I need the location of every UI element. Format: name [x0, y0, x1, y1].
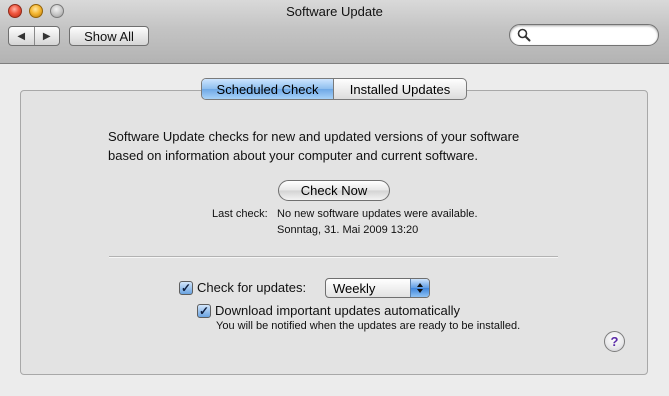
download-automatically-label[interactable]: Download important updates automatically: [215, 303, 460, 318]
triangle-right-icon: ▶: [42, 30, 51, 42]
tab-scheduled-check[interactable]: Scheduled Check: [202, 79, 334, 99]
forward-button[interactable]: ▶: [35, 27, 60, 45]
separator: [109, 256, 558, 258]
check-for-updates-checkbox[interactable]: ✓: [179, 281, 193, 295]
software-update-window: Software Update ◀ ▶ Show All Scheduled C…: [0, 0, 669, 396]
window-title: Software Update: [286, 4, 383, 19]
search-field[interactable]: [509, 24, 659, 46]
title-bar: Software Update ◀ ▶ Show All: [0, 0, 669, 64]
last-check-date: Sonntag, 31. Mai 2009 13:20: [277, 224, 419, 236]
checkmark-icon: ✓: [180, 281, 192, 295]
update-frequency-value: Weekly: [333, 281, 376, 296]
description-text: Software Update checks for new and updat…: [108, 127, 578, 165]
last-check-status: No new software updates were available.: [277, 208, 478, 220]
search-input[interactable]: [534, 27, 652, 43]
back-button[interactable]: ◀: [9, 27, 35, 45]
checkmark-icon: ✓: [198, 304, 210, 318]
popup-arrows-icon: [410, 279, 429, 297]
show-all-button[interactable]: Show All: [69, 26, 149, 46]
check-for-updates-label[interactable]: Check for updates:: [197, 280, 306, 295]
download-note: You will be notified when the updates ar…: [216, 320, 521, 332]
help-button[interactable]: ?: [604, 331, 625, 352]
search-icon: [517, 28, 531, 42]
description-line-2: based on information about your computer…: [108, 148, 478, 163]
check-now-button[interactable]: Check Now: [278, 180, 390, 201]
back-forward-group: ◀ ▶: [8, 26, 60, 46]
question-mark-icon: ?: [610, 334, 619, 349]
tab-bar: Scheduled Check Installed Updates: [201, 78, 467, 100]
description-line-1: Software Update checks for new and updat…: [108, 129, 520, 144]
download-automatically-checkbox[interactable]: ✓: [197, 304, 211, 318]
triangle-left-icon: ◀: [17, 30, 26, 42]
update-frequency-select[interactable]: Weekly: [325, 278, 430, 298]
tab-installed-updates[interactable]: Installed Updates: [334, 79, 466, 99]
last-check-label: Last check:: [212, 208, 268, 220]
